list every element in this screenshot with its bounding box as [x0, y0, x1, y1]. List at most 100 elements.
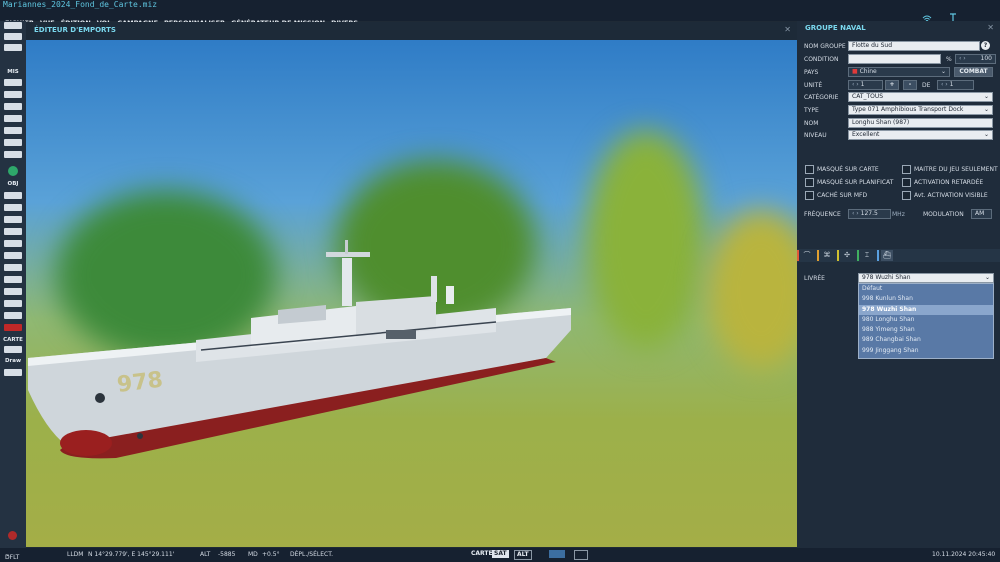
tool-weather-button[interactable] — [4, 91, 22, 98]
ship-tab-icon[interactable]: ⛴ — [881, 250, 893, 261]
close-icon[interactable]: ✕ — [784, 25, 791, 34]
tool-delete-button[interactable] — [4, 324, 22, 331]
mis-label: MIS — [7, 69, 19, 75]
tool-plane-button[interactable] — [4, 192, 22, 199]
name-field[interactable]: Longhu Shan (987) — [848, 118, 993, 128]
tool-helicopter-button[interactable] — [4, 204, 22, 211]
naval-group-panel: GROUPE NAVAL ✕ NOM GROUPE Flotte du Sud … — [797, 21, 1000, 548]
visible-before-activation-checkbox[interactable] — [902, 191, 911, 200]
route-tab-icon[interactable]: ⌒ — [801, 250, 813, 261]
draw-label[interactable]: Draw — [0, 358, 26, 364]
combat-button[interactable]: COMBAT — [954, 67, 993, 77]
tool-ruler-button[interactable] — [4, 369, 22, 376]
livery-label: LIVRÉE — [804, 275, 825, 282]
name-label: NOM — [804, 120, 819, 127]
tool-link-button[interactable] — [4, 312, 22, 319]
livery-option[interactable]: 989 Changbai Shan — [859, 335, 993, 345]
globe-icon[interactable] — [8, 166, 18, 176]
tool-static-button[interactable] — [4, 240, 22, 247]
target-tab-icon[interactable]: ⌘ — [821, 250, 833, 261]
tool-tank-button[interactable] — [4, 252, 22, 259]
close-icon[interactable]: ✕ — [987, 23, 994, 32]
gamemaster-only-label: MAÎTRE DU JEU SEULEMENT — [914, 166, 998, 173]
alt-value: -5885 — [218, 551, 236, 558]
tool-open-button[interactable] — [4, 33, 22, 40]
tool-aircraft-button[interactable] — [4, 103, 22, 110]
tool-briefing-button[interactable] — [4, 79, 22, 86]
tool-vehicle-button[interactable] — [4, 228, 22, 235]
modulation-label: MODULATION — [923, 211, 964, 218]
ship-preview[interactable]: 978 — [26, 40, 797, 547]
type-label: TYPE — [804, 107, 819, 114]
tool-zone-button[interactable] — [4, 276, 22, 283]
carte-label: CARTE — [3, 337, 23, 343]
satellite-view-button[interactable]: SAT — [492, 550, 509, 558]
status-bar: DFLT ⌄ LLDM N 14°29.779', E 145°29.111' … — [0, 548, 1000, 562]
alt-view-button[interactable]: ALT — [514, 550, 532, 560]
tool-trigger-button[interactable] — [4, 115, 22, 122]
menu-bar: FICHIERVUEÉDITIONVOLCAMPAGNEPERSONNALISE… — [0, 10, 1000, 27]
tool-file-button[interactable] — [4, 44, 22, 51]
tool-map-button[interactable] — [4, 346, 22, 353]
hidden-on-planner-checkbox[interactable] — [805, 178, 814, 187]
livery-option[interactable]: Défaut — [859, 284, 993, 294]
clock-icon[interactable] — [574, 550, 588, 560]
level-select[interactable]: Excellent ⌄ — [848, 130, 993, 140]
frequency-stepper[interactable]: ‹ › 127.5 — [848, 209, 891, 219]
datetime: 10.11.2024 20:45:40 — [932, 551, 996, 558]
hidden-on-map-checkbox[interactable] — [805, 165, 814, 174]
tool-table-button[interactable] — [4, 151, 22, 158]
hidden-on-mfd-label: CACHÉ SUR MFD — [817, 192, 868, 199]
livery-option[interactable]: 988 Yimeng Shan — [859, 325, 993, 335]
late-activation-checkbox[interactable] — [902, 178, 911, 187]
gamemaster-only-checkbox[interactable] — [902, 165, 911, 174]
add-unit-button[interactable]: + — [885, 80, 899, 90]
chevron-down-icon: ⌄ — [983, 93, 989, 100]
modulation-select[interactable]: AM — [971, 209, 992, 219]
condition-unit: % — [946, 56, 952, 63]
livery-option[interactable]: 999 Jinggang Shan — [859, 346, 993, 356]
mission-tab-icon[interactable]: ✣ — [841, 250, 853, 261]
late-activation-label: ACTIVATION RETARDÉE — [914, 179, 984, 186]
chevron-down-icon: ⌄ — [984, 274, 990, 281]
obj-label: OBJ — [7, 181, 19, 187]
level-label: NIVEAU — [804, 132, 827, 139]
condition-slider[interactable] — [848, 54, 941, 64]
map-view-button[interactable]: CARTE — [469, 550, 495, 558]
help-icon[interactable]: ? — [981, 41, 990, 50]
unit-total-field: ‹ › 1 — [937, 80, 974, 90]
category-select[interactable]: CAT_TOUS ⌄ — [848, 92, 993, 102]
panel-title: GROUPE NAVAL — [805, 24, 866, 32]
ship-model-icon: 978 — [28, 240, 571, 459]
hidden-on-mfd-checkbox[interactable] — [805, 191, 814, 200]
alt-label: ALT — [200, 551, 211, 558]
tool-check-button[interactable] — [4, 139, 22, 146]
loadout-editor: ÉDITEUR D'EMPORTS ✕ 978 — [26, 22, 797, 547]
tool-ship-button[interactable] — [4, 216, 22, 223]
livery-option[interactable]: 998 Kunlun Shan — [859, 294, 993, 304]
country-select[interactable]: ■ Chine ⌄ — [848, 67, 950, 77]
payload-tab-icon[interactable]: ⌶ — [861, 250, 873, 261]
unit-stepper[interactable]: ‹ › 1 — [848, 80, 883, 90]
livery-option[interactable]: 980 Longhu Shan — [859, 315, 993, 325]
tool-circle-button[interactable] — [4, 300, 22, 307]
tool-save-button[interactable] — [4, 22, 22, 29]
group-name-field[interactable]: Flotte du Sud — [848, 41, 980, 51]
condition-stepper[interactable]: ‹ › 100 — [955, 54, 996, 64]
layers-icon[interactable] — [549, 550, 565, 558]
livery-option[interactable]: 978 Wuzhi Shan — [859, 304, 993, 315]
frequency-label: FRÉQUENCE — [804, 211, 841, 218]
type-select[interactable]: Type 071 Amphibious Transport Dock ⌄ — [848, 105, 993, 115]
md-value: +0.5° — [262, 551, 280, 558]
remove-unit-button[interactable]: - — [903, 80, 917, 90]
power-icon[interactable] — [8, 531, 17, 540]
tool-train-button[interactable] — [4, 264, 22, 271]
livery-select[interactable]: 978 Wuzhi Shan ⌄ — [858, 273, 994, 283]
group-name-label: NOM GROUPE — [804, 43, 846, 50]
category-label: CATÉGORIE — [804, 94, 839, 101]
left-toolbar: MIS OBJ CARTE Draw — [0, 21, 26, 548]
tool-target-button[interactable] — [4, 288, 22, 295]
tool-goal-button[interactable] — [4, 127, 22, 134]
chevron-down-icon: ⌄ — [983, 131, 989, 138]
layer-select[interactable]: DFLT ⌄ — [5, 551, 19, 561]
